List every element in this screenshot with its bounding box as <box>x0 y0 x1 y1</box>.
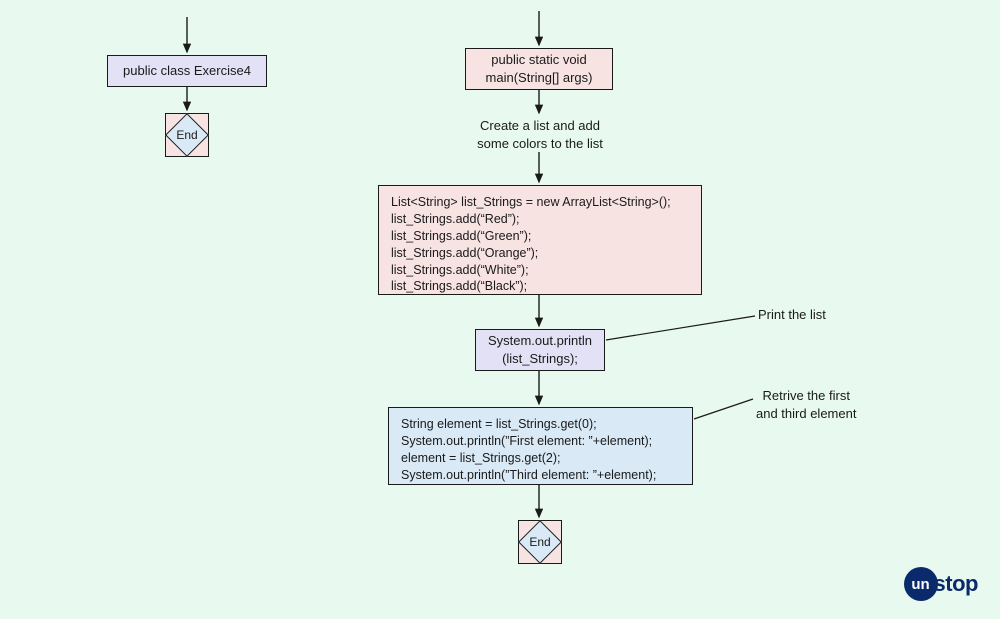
brand-logo: un stop <box>904 567 978 601</box>
retrieve-text: String element = list_Strings.get(0); Sy… <box>401 416 656 484</box>
end-node-left: End <box>165 113 209 157</box>
list-init-text: List<String> list_Strings = new ArrayLis… <box>391 194 671 295</box>
print-annotation-text: Print the list <box>758 307 826 322</box>
create-list-annotation-text: Create a list and add some colors to the… <box>477 118 603 151</box>
create-list-annotation: Create a list and add some colors to the… <box>470 117 610 152</box>
print-box: System.out.println (list_Strings); <box>475 329 605 371</box>
end-label-right: End <box>518 520 562 564</box>
class-declaration-box: public class Exercise4 <box>107 55 267 87</box>
print-annotation: Print the list <box>758 306 826 324</box>
main-method-text: public static void main(String[] args) <box>486 51 593 86</box>
end-node-right: End <box>518 520 562 564</box>
brand-logo-circle: un <box>904 567 938 601</box>
arrows-layer <box>0 0 1000 619</box>
retrieve-box: String element = list_Strings.get(0); Sy… <box>388 407 693 485</box>
class-declaration-text: public class Exercise4 <box>123 62 251 80</box>
retrieve-annotation-text: Retrive the first and third element <box>756 388 856 421</box>
main-method-box: public static void main(String[] args) <box>465 48 613 90</box>
retrieve-annotation: Retrive the first and third element <box>756 387 856 422</box>
brand-logo-word: stop <box>934 571 978 597</box>
brand-logo-circle-text: un <box>911 576 929 593</box>
print-text: System.out.println (list_Strings); <box>488 332 592 367</box>
list-init-box: List<String> list_Strings = new ArrayLis… <box>378 185 702 295</box>
end-label-left: End <box>165 113 209 157</box>
